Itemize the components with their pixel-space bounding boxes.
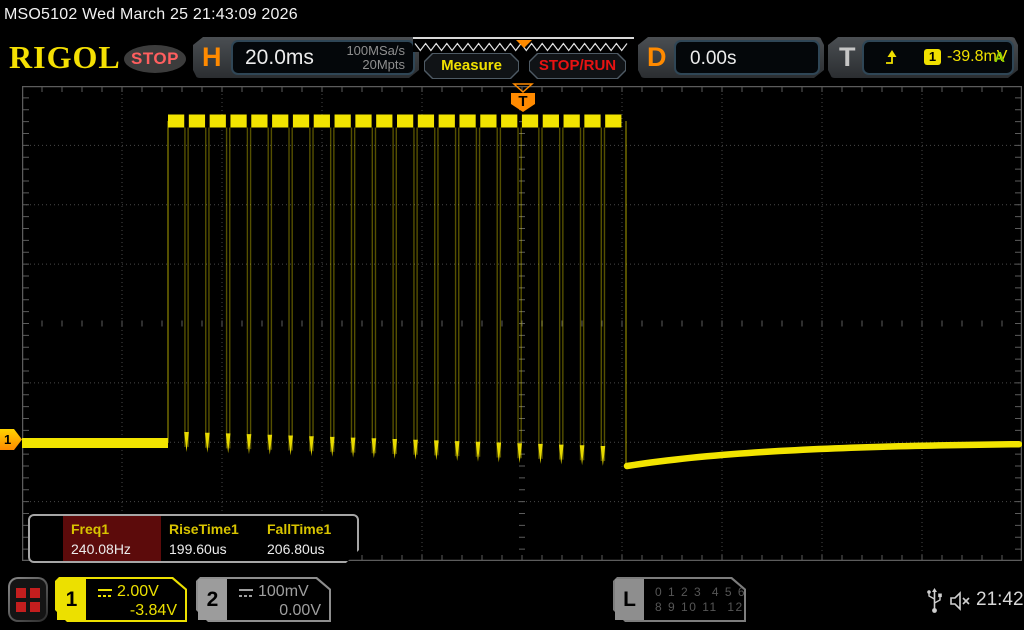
trigger-box[interactable]: 1 -39.8mV A	[862, 40, 1014, 75]
horizontal-settings-group[interactable]: H 20.0ms 100MSa/s 20Mpts	[193, 37, 419, 78]
trigger-slope-icon	[884, 49, 901, 66]
channel2-number-tab[interactable]: 2	[198, 579, 227, 620]
svg-text:T: T	[518, 93, 527, 110]
trigger-label: T	[839, 37, 856, 78]
title-bar: MSO5102 Wed March 25 21:43:09 2026	[4, 6, 298, 24]
delay-box[interactable]: 0.00s	[674, 40, 820, 75]
logic-channels-block[interactable]: 0 1 2 3 4 5 6 7 8 9 10 11 12 13 14 15 L	[613, 577, 746, 622]
preview-zigzag-icon	[413, 39, 634, 54]
delay-label: D	[647, 37, 667, 78]
waveform-preview-bar[interactable]	[413, 37, 634, 52]
menu-grid-icon	[10, 579, 46, 620]
dc-coupling-icon	[97, 588, 113, 599]
usb-icon	[926, 587, 943, 615]
clock: 21:42	[976, 589, 1024, 611]
measurement-results-panel[interactable]: Freq1 240.08Hz RiseTime1 199.60us FallTi…	[28, 514, 359, 563]
memory-depth: 20Mpts	[346, 58, 405, 72]
channel1-offset: -3.84V	[130, 602, 177, 620]
channel2-scale: 100mV	[258, 583, 309, 601]
measure-button[interactable]: Measure	[424, 53, 519, 79]
channel1-waveform	[22, 86, 1022, 561]
measurement-freq1[interactable]: Freq1 240.08Hz	[63, 516, 161, 561]
channel1-scale: 2.00V	[117, 583, 159, 601]
rigol-logo: RIGOL	[9, 39, 121, 76]
timebase-value: 20.0ms	[245, 46, 314, 70]
speaker-muted-icon	[949, 591, 973, 611]
channel2-status-block[interactable]: 100mV 0.00V 2	[196, 577, 331, 622]
delay-settings-group[interactable]: D 0.00s	[638, 37, 824, 78]
channel1-position-marker[interactable]: 1	[0, 429, 22, 450]
channel1-status-block[interactable]: 2.00V -3.84V 1	[55, 577, 187, 622]
trigger-mode-auto: A	[994, 49, 1005, 66]
logic-tab[interactable]: L	[615, 579, 644, 620]
channel1-number-tab[interactable]: 1	[57, 579, 86, 620]
horizontal-label: H	[202, 37, 222, 78]
measurement-falltime1[interactable]: FallTime1 206.80us	[259, 516, 357, 561]
delay-value: 0.00s	[690, 48, 736, 70]
acquisition-info: 100MSa/s 20Mpts	[346, 44, 405, 72]
sample-rate: 100MSa/s	[346, 44, 405, 58]
oscilloscope-screen: MSO5102 Wed March 25 21:43:09 2026 RIGOL…	[0, 0, 1024, 630]
menu-grid-button[interactable]	[8, 577, 48, 622]
timebase-box[interactable]: 20.0ms 100MSa/s 20Mpts	[231, 40, 415, 75]
channel2-offset: 0.00V	[279, 602, 321, 620]
trigger-settings-group[interactable]: T 1 -39.8mV A	[828, 37, 1018, 78]
stop-run-button[interactable]: STOP/RUN	[529, 53, 626, 79]
trigger-position-marker[interactable]: T	[507, 82, 539, 116]
dc-coupling-icon	[238, 588, 254, 599]
measurement-risetime1[interactable]: RiseTime1 199.60us	[161, 516, 259, 561]
logic-channels-row2: 8 9 10 11 12 13 14 15	[655, 600, 807, 614]
run-state-badge[interactable]: STOP	[124, 45, 186, 73]
trigger-source-badge: 1	[924, 49, 941, 65]
